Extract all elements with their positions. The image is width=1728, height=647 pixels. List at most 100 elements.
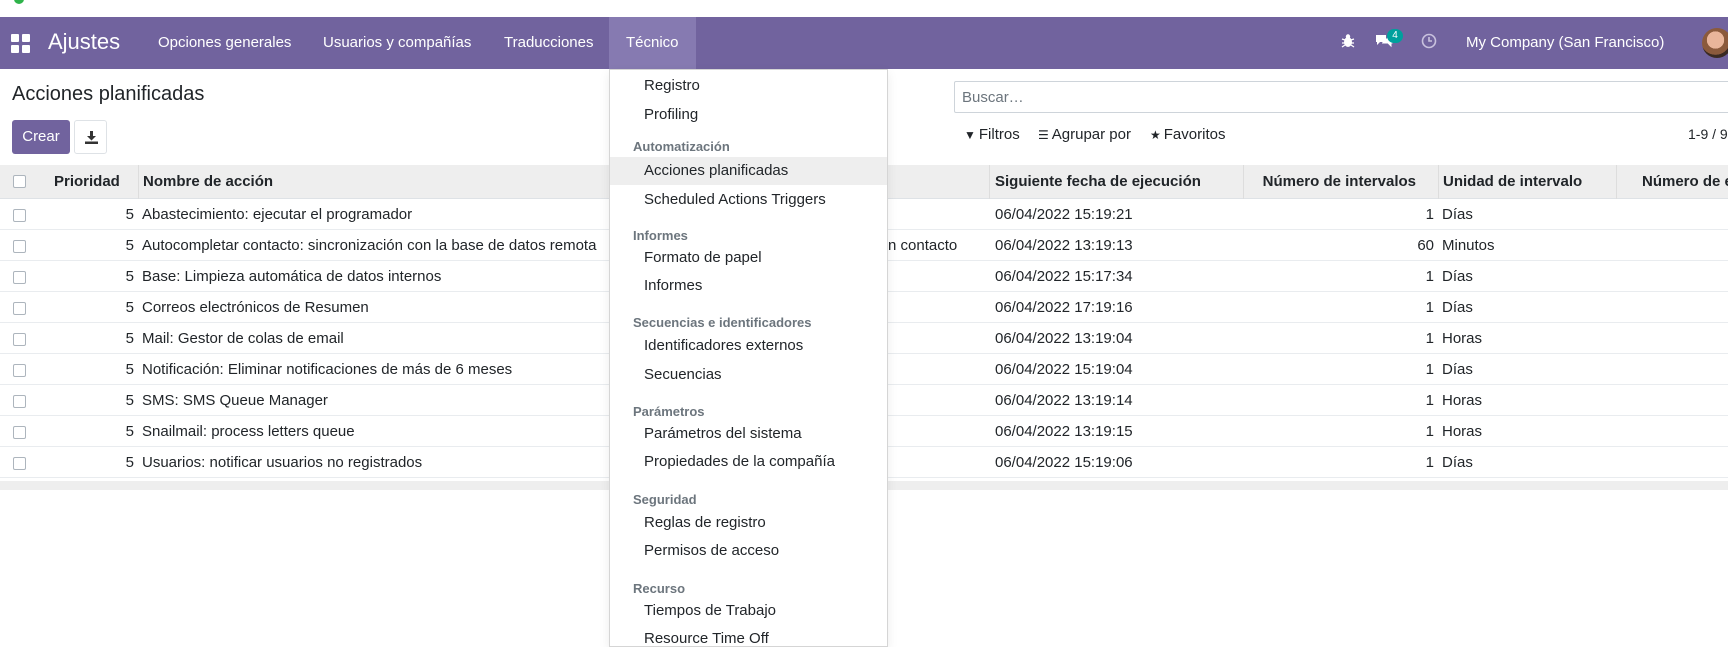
cell-interval-unit: Días [1442,268,1473,285]
cell-interval-number: 1 [1425,392,1434,409]
menu-item-permisos-de-acceso[interactable]: Permisos de acceso [610,537,887,565]
cell-next-date: 06/04/2022 13:19:04 [995,330,1133,347]
cell-interval-unit: Días [1442,206,1473,223]
pager-value[interactable]: 1-9 / 9 [1688,126,1728,142]
row-checkbox[interactable] [13,364,26,377]
cell-priority: 5 [125,299,134,316]
star-icon: ★ [1150,128,1161,142]
cell-interval-unit: Días [1442,454,1473,471]
app-brand[interactable]: Ajustes [48,29,120,55]
cell-next-date: 06/04/2022 15:19:06 [995,454,1133,471]
cell-next-date: 06/04/2022 15:19:21 [995,206,1133,223]
menu-tecnico[interactable]: Técnico [609,17,696,69]
menu-item-profiling[interactable]: Profiling [610,101,887,129]
cell-interval-number: 1 [1425,299,1434,316]
cell-interval-unit: Horas [1442,392,1483,409]
activity-clock-icon[interactable] [1421,33,1441,53]
cell-interval-unit: Días [1442,299,1473,316]
cell-interval-unit: Horas [1442,423,1483,440]
row-checkbox[interactable] [13,457,26,470]
menu-item-resource-time-off[interactable]: Resource Time Off [610,625,887,647]
group-by-label: Agrupar por [1051,126,1131,143]
cell-model: n contacto [888,237,958,254]
menu-item-scheduled-actions-triggers[interactable]: Scheduled Actions Triggers [610,186,887,214]
menu-item-acciones-planificadas[interactable]: Acciones planificadas [610,157,887,185]
cell-priority: 5 [125,330,134,347]
menu-usuarios-companias[interactable]: Usuarios y compañías [306,17,488,69]
main-navbar: Ajustes Opciones generales Usuarios y co… [0,17,1728,69]
row-checkbox[interactable] [13,271,26,284]
cell-next-date: 06/04/2022 13:19:14 [995,392,1133,409]
apps-menu-icon[interactable] [11,34,30,53]
filters-label: Filtros [978,126,1020,143]
row-checkbox[interactable] [13,395,26,408]
cell-priority: 5 [125,206,134,223]
menu-opciones-generales[interactable]: Opciones generales [141,17,308,69]
menu-item-secuencias[interactable]: Secuencias [610,361,887,389]
create-button[interactable]: Crear [12,120,70,154]
cell-priority: 5 [125,454,134,471]
cell-next-date: 06/04/2022 17:19:16 [995,299,1133,316]
cell-interval-number: 1 [1425,206,1434,223]
user-avatar[interactable] [1702,28,1728,58]
menu-item-formato-de-papel[interactable]: Formato de papel [610,244,887,272]
group-by-button[interactable]: ☰ Agrupar por [1038,126,1131,143]
cell-interval-unit: Días [1442,361,1473,378]
column-calls[interactable]: Número de e [1617,165,1728,199]
menu-item-propiedades-de-la-compania[interactable]: Propiedades de la compañía [610,448,887,476]
tecnico-dropdown-menu: Registro Profiling Automatización Accion… [609,69,888,647]
cell-next-date: 06/04/2022 13:19:13 [995,237,1133,254]
filters-button[interactable]: ▼ Filtros [964,126,1020,143]
browser-strip [0,0,1728,17]
cell-interval-unit: Horas [1442,330,1483,347]
cell-interval-number: 1 [1425,268,1434,285]
search-input[interactable] [955,82,1728,112]
menu-section-parametros: Parámetros [633,404,705,419]
status-dot-icon [14,0,24,4]
menu-section-informes: Informes [633,228,688,243]
cell-interval-unit: Minutos [1442,237,1495,254]
row-checkbox[interactable] [13,209,26,222]
row-checkbox[interactable] [13,240,26,253]
menu-item-reglas-de-registro[interactable]: Reglas de registro [610,509,887,537]
menu-traducciones[interactable]: Traducciones [487,17,611,69]
cell-interval-number: 1 [1425,361,1434,378]
row-checkbox[interactable] [13,302,26,315]
column-interval-unit[interactable]: Unidad de intervalo [1439,165,1617,199]
page-title: Acciones planificadas [12,83,205,105]
cell-interval-number: 1 [1425,330,1434,347]
menu-item-informes[interactable]: Informes [610,272,887,300]
company-switcher[interactable]: My Company (San Francisco) [1466,17,1664,69]
row-checkbox[interactable] [13,333,26,346]
cell-next-date: 06/04/2022 15:19:04 [995,361,1133,378]
menu-section-seguridad: Seguridad [633,492,697,507]
cell-interval-number: 60 [1417,237,1434,254]
cell-priority: 5 [125,268,134,285]
menu-section-recurso: Recurso [633,581,686,596]
cell-interval-number: 1 [1425,423,1434,440]
export-download-button[interactable] [74,120,107,154]
debug-bug-icon[interactable] [1340,33,1360,53]
cell-next-date: 06/04/2022 13:19:15 [995,423,1133,440]
group-by-list-icon: ☰ [1038,128,1049,142]
download-icon [85,131,98,144]
menu-item-parametros-del-sistema[interactable]: Parámetros del sistema [610,420,887,448]
cell-priority: 5 [125,423,134,440]
menu-item-registro[interactable]: Registro [610,72,887,100]
cell-interval-number: 1 [1425,454,1434,471]
favorites-label: Favoritos [1163,126,1226,143]
column-interval-number[interactable]: Número de intervalos [1244,165,1439,199]
column-next-date[interactable]: Siguiente fecha de ejecución [990,165,1244,199]
cell-priority: 5 [125,361,134,378]
search-bar[interactable] [954,81,1728,113]
chat-count-badge: 4 [1387,29,1403,43]
favorites-button[interactable]: ★ Favoritos [1150,126,1225,143]
menu-item-tiempos-de-trabajo[interactable]: Tiempos de Trabajo [610,597,887,625]
menu-section-secuencias: Secuencias e identificadores [633,315,812,330]
column-priority[interactable]: Prioridad [39,165,139,199]
select-all-checkbox[interactable] [13,175,26,188]
row-checkbox[interactable] [13,426,26,439]
filter-funnel-icon: ▼ [964,128,976,142]
menu-item-identificadores-externos[interactable]: Identificadores externos [610,332,887,360]
cell-priority: 5 [125,237,134,254]
